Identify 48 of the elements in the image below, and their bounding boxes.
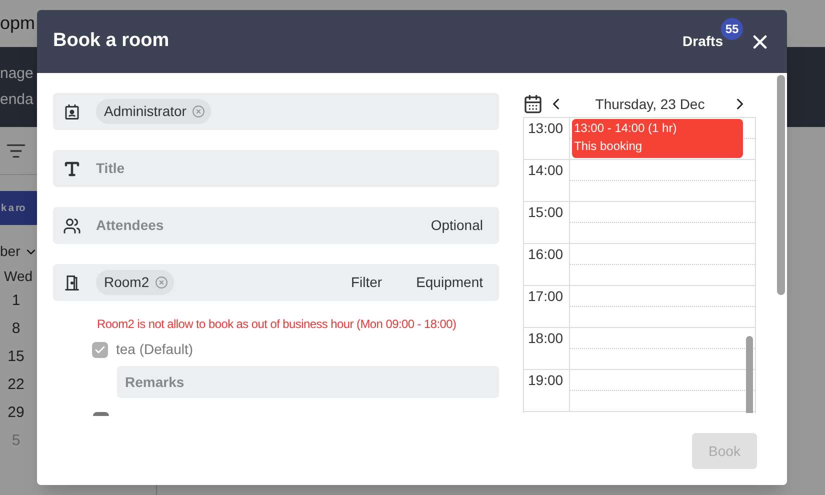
hour-label: 14:00 [524,160,570,201]
month-label: ber [0,242,20,261]
checkbox[interactable] [92,342,108,358]
chip[interactable]: Room2 [96,270,174,295]
door-icon [63,274,81,292]
event-label: This booking [574,138,644,155]
count-badge: 55 [721,18,743,40]
date-number[interactable]: 8 [0,315,32,343]
hour-label: 17:00 [524,286,570,327]
date-number[interactable]: 1 [0,287,32,315]
book-room-button[interactable]: k a ro [0,191,37,225]
chip[interactable]: Administrator [96,99,212,124]
date-number[interactable]: 22 [0,371,32,399]
error-message: Room2 is not allow to book as out of business hour (Mon 09:00 - 18:00) [97,316,458,333]
text-field[interactable]: Attendees [96,215,403,236]
calendar-person-icon [63,102,81,120]
hour-label: 18:00 [524,328,570,369]
booking-event[interactable]: 13:00 - 14:00 (1 hr) This booking [572,119,743,158]
drafts-button[interactable]: Drafts [682,30,723,52]
app-title: opm [0,12,36,35]
page-heading: enda [0,90,34,110]
hour-label: 13:00 [524,118,570,159]
option-label: tea (Default) [116,340,194,359]
hour-label: 19:00 [524,370,570,411]
form-field[interactable]: Room2 Filter Equipment [53,264,499,301]
form-field[interactable]: Attendees Optional [53,207,499,244]
field-action[interactable]: Equipment [416,272,483,293]
hour-label: 16:00 [524,244,570,285]
people-icon [63,216,81,234]
date-number[interactable]: 15 [0,343,32,371]
weekday-label: Wed [4,267,33,286]
field-action[interactable]: Filter [350,272,382,293]
field-action[interactable]: Optional [430,215,483,236]
form-field[interactable]: Title [53,150,499,187]
check-icon [94,344,106,356]
scrollbar-thumb[interactable] [746,336,753,413]
calendar-icon[interactable] [523,94,543,114]
remarks-field[interactable]: Remarks [117,366,499,398]
date-heading: Thursday, 23 Dec [594,94,706,114]
text-icon [63,160,81,178]
scrollbar-thumb[interactable] [777,75,785,295]
form-field[interactable]: Administrator [53,93,499,130]
page-heading: nage [0,64,34,84]
date-number[interactable]: 29 [0,399,32,427]
event-time: 13:00 - 14:00 (1 hr) [574,120,678,137]
text-field[interactable]: Title [96,158,489,179]
dialog-title: Book a room [53,29,170,54]
hour-label: 15:00 [524,202,570,243]
